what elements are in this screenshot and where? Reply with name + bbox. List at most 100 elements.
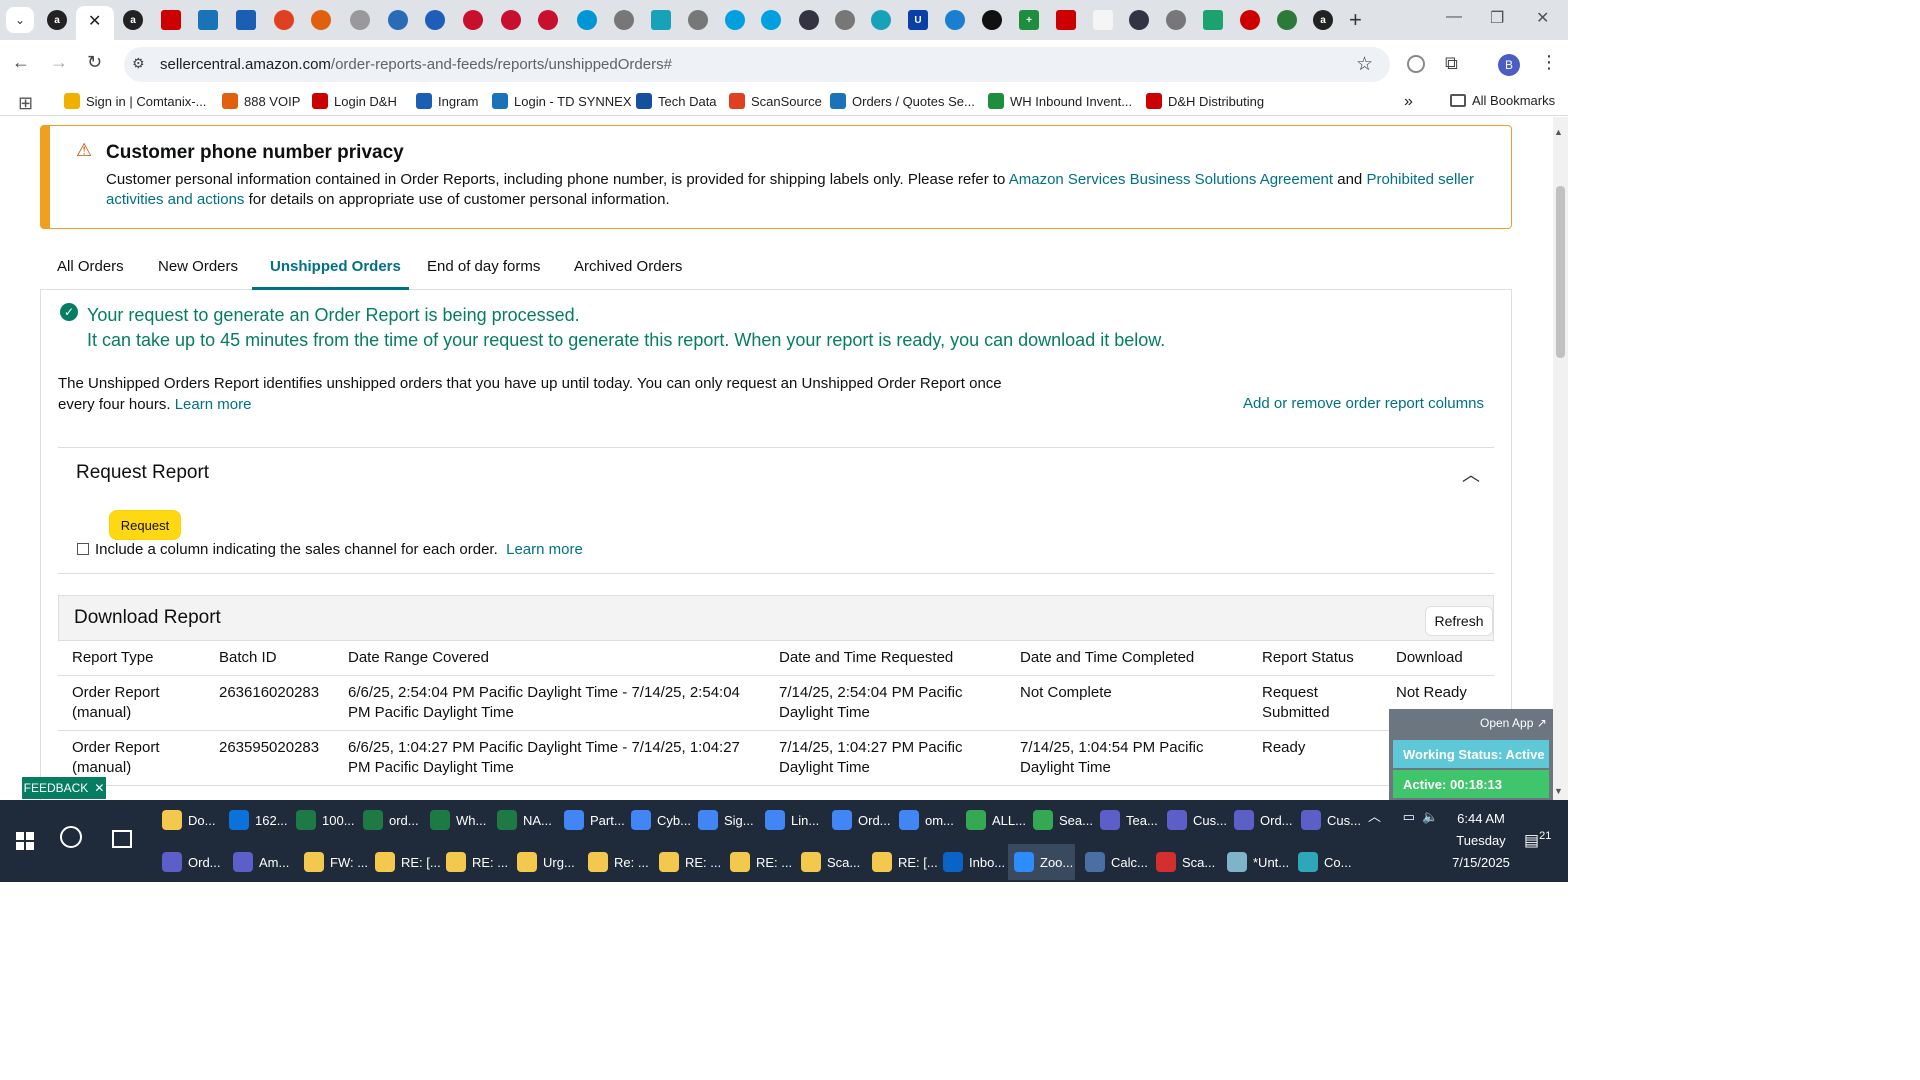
menu-icon[interactable]: ⋮ bbox=[1540, 52, 1558, 73]
taskbar-app[interactable]: Sca... bbox=[1150, 844, 1217, 880]
tab-end-of-day-forms[interactable]: End of day forms bbox=[427, 258, 540, 275]
request-button[interactable]: Request bbox=[109, 510, 181, 540]
tab-icon[interactable] bbox=[1203, 10, 1223, 30]
tab-icon[interactable]: + bbox=[1019, 10, 1039, 30]
taskbar-app[interactable]: 162... bbox=[223, 802, 288, 838]
learn-more-link[interactable]: Learn more bbox=[175, 396, 252, 413]
taskbar-app[interactable]: Sig... bbox=[692, 802, 755, 838]
more-bookmarks-icon[interactable]: » bbox=[1404, 93, 1413, 111]
taskbar-app[interactable]: Sea... bbox=[1027, 802, 1093, 838]
tab-icon[interactable] bbox=[982, 10, 1002, 30]
tab-icon[interactable] bbox=[1129, 10, 1149, 30]
taskbar-app[interactable]: Cus... bbox=[1295, 802, 1361, 838]
tab-all-orders[interactable]: All Orders bbox=[57, 258, 124, 275]
voip-tab-icon[interactable] bbox=[311, 10, 331, 30]
tab-icon[interactable] bbox=[538, 10, 558, 30]
task-view-icon[interactable] bbox=[112, 830, 132, 848]
extensions-icon[interactable]: ⧉ bbox=[1445, 53, 1458, 74]
taskbar-app[interactable]: om... bbox=[893, 802, 956, 838]
bookmark-item[interactable]: Login D&H bbox=[312, 93, 397, 109]
taskbar-app[interactable]: Cyb... bbox=[625, 802, 691, 838]
tab-new-orders[interactable]: New Orders bbox=[158, 258, 238, 275]
amazon-tab-icon[interactable]: a bbox=[47, 10, 67, 30]
taskbar-app[interactable]: Ord... bbox=[826, 802, 891, 838]
taskbar-app[interactable]: Sca... bbox=[795, 844, 862, 880]
hp-tab-icon[interactable] bbox=[577, 10, 597, 30]
ingram-tab-icon[interactable] bbox=[236, 10, 256, 30]
feedback-button[interactable]: FEEDBACK ✕ bbox=[22, 777, 106, 799]
tab-icon[interactable] bbox=[1093, 10, 1113, 30]
taskbar-app[interactable]: RE: ... bbox=[724, 844, 792, 880]
tab-unshipped-orders[interactable]: Unshipped Orders bbox=[270, 258, 401, 275]
taskbar-app[interactable]: RE: ... bbox=[440, 844, 508, 880]
taskbar-app[interactable]: Re: ... bbox=[582, 844, 649, 880]
taskbar-app[interactable]: Zoo... bbox=[1008, 844, 1075, 880]
windows-start-icon[interactable] bbox=[16, 832, 34, 850]
minimize-icon[interactable]: — bbox=[1446, 8, 1462, 26]
taskbar-app[interactable]: Urg... bbox=[511, 844, 578, 880]
sales-channel-checkbox[interactable] bbox=[77, 543, 89, 555]
bookmark-item[interactable]: Tech Data bbox=[636, 93, 717, 109]
taskbar-app[interactable]: Ord... bbox=[156, 844, 223, 880]
synnex-tab-icon[interactable] bbox=[198, 10, 218, 30]
bookmark-item[interactable]: Sign in | Comtanix-... bbox=[64, 93, 206, 109]
taskbar-app[interactable]: *Unt... bbox=[1221, 844, 1289, 880]
url-text[interactable]: sellercentral.amazon.com/order-reports-a… bbox=[160, 56, 672, 73]
apps-icon[interactable]: ⊞ bbox=[18, 93, 33, 114]
open-app-link[interactable]: Open App ↗ bbox=[1480, 716, 1547, 730]
taskbar-app[interactable]: ALL... bbox=[960, 802, 1026, 838]
bookmark-item[interactable]: Ingram bbox=[416, 93, 478, 109]
taskbar-app[interactable]: Wh... bbox=[424, 802, 487, 838]
clock[interactable]: 6:44 AM Tuesday 7/15/2025 bbox=[1446, 808, 1516, 874]
taskbar-app[interactable]: NA... bbox=[491, 802, 554, 838]
globe-tab-icon[interactable] bbox=[350, 10, 370, 30]
taskbar-app[interactable]: RE: [... bbox=[369, 844, 441, 880]
bookmark-item[interactable]: WH Inbound Invent... bbox=[988, 93, 1132, 109]
amazon-tab-icon[interactable]: a bbox=[1313, 10, 1333, 30]
taskbar-app[interactable]: FW: ... bbox=[298, 844, 368, 880]
bookmark-star-icon[interactable]: ☆ bbox=[1356, 53, 1373, 76]
taskbar-app[interactable]: Calc... bbox=[1079, 844, 1148, 880]
taskbar-app[interactable]: Co... bbox=[1292, 844, 1359, 880]
bookmark-item[interactable]: Login - TD SYNNEX bbox=[492, 93, 632, 109]
globe-icon[interactable] bbox=[1407, 55, 1425, 73]
globe-tab-icon[interactable] bbox=[1166, 10, 1186, 30]
all-bookmarks[interactable]: All Bookmarks bbox=[1450, 93, 1555, 108]
close-window-icon[interactable]: ✕ bbox=[1536, 8, 1549, 28]
working-status-badge[interactable]: Working Status: Active bbox=[1393, 740, 1549, 768]
scroll-up-icon[interactable]: ▲ bbox=[1554, 127, 1563, 137]
bookmark-item[interactable]: 888 VOIP bbox=[222, 93, 300, 109]
taskbar-app[interactable]: Am... bbox=[227, 844, 294, 880]
business-agreement-link[interactable]: Amazon Services Business Solutions Agree… bbox=[1009, 171, 1333, 188]
globe-tab-icon[interactable] bbox=[688, 10, 708, 30]
taskbar-app[interactable]: Lin... bbox=[759, 802, 822, 838]
taskbar-app[interactable]: RE: ... bbox=[653, 844, 721, 880]
amazon-tab-icon[interactable]: a bbox=[123, 10, 143, 30]
globe-tab-icon[interactable] bbox=[835, 10, 855, 30]
tab-icon[interactable] bbox=[425, 10, 445, 30]
taskbar-app[interactable]: Cus... bbox=[1161, 802, 1227, 838]
tab-icon[interactable] bbox=[1056, 10, 1076, 30]
tab-icon[interactable] bbox=[388, 10, 408, 30]
tab-icon[interactable] bbox=[725, 10, 745, 30]
search-icon[interactable] bbox=[60, 826, 82, 848]
taskbar-app[interactable]: Inbo... bbox=[937, 844, 1005, 880]
taskbar-app[interactable]: Ord... bbox=[1228, 802, 1293, 838]
tab-search-button[interactable]: ⌄ bbox=[6, 7, 34, 33]
bookmark-item[interactable]: ScanSource bbox=[729, 93, 822, 109]
system-tray[interactable]: ︿ ▭ 🔈 bbox=[1368, 806, 1438, 825]
reload-icon[interactable]: ↻ bbox=[87, 52, 102, 73]
new-tab-button[interactable]: + bbox=[1349, 7, 1362, 33]
tab-icon[interactable] bbox=[501, 10, 521, 30]
add-remove-columns-link[interactable]: Add or remove order report columns bbox=[1243, 395, 1484, 412]
close-icon[interactable]: ✕ bbox=[94, 781, 104, 795]
taskbar-app[interactable]: Part... bbox=[558, 802, 625, 838]
tab-archived-orders[interactable]: Archived Orders bbox=[574, 258, 682, 275]
dh-tab-icon[interactable] bbox=[161, 10, 181, 30]
taskbar-app[interactable]: ord... bbox=[357, 802, 420, 838]
taskbar-app[interactable]: Do... bbox=[156, 802, 219, 838]
taskbar-app[interactable]: RE: [... bbox=[866, 844, 938, 880]
tab-icon[interactable] bbox=[871, 10, 891, 30]
tab-icon[interactable] bbox=[1277, 10, 1297, 30]
scansource-tab-icon[interactable] bbox=[274, 10, 294, 30]
